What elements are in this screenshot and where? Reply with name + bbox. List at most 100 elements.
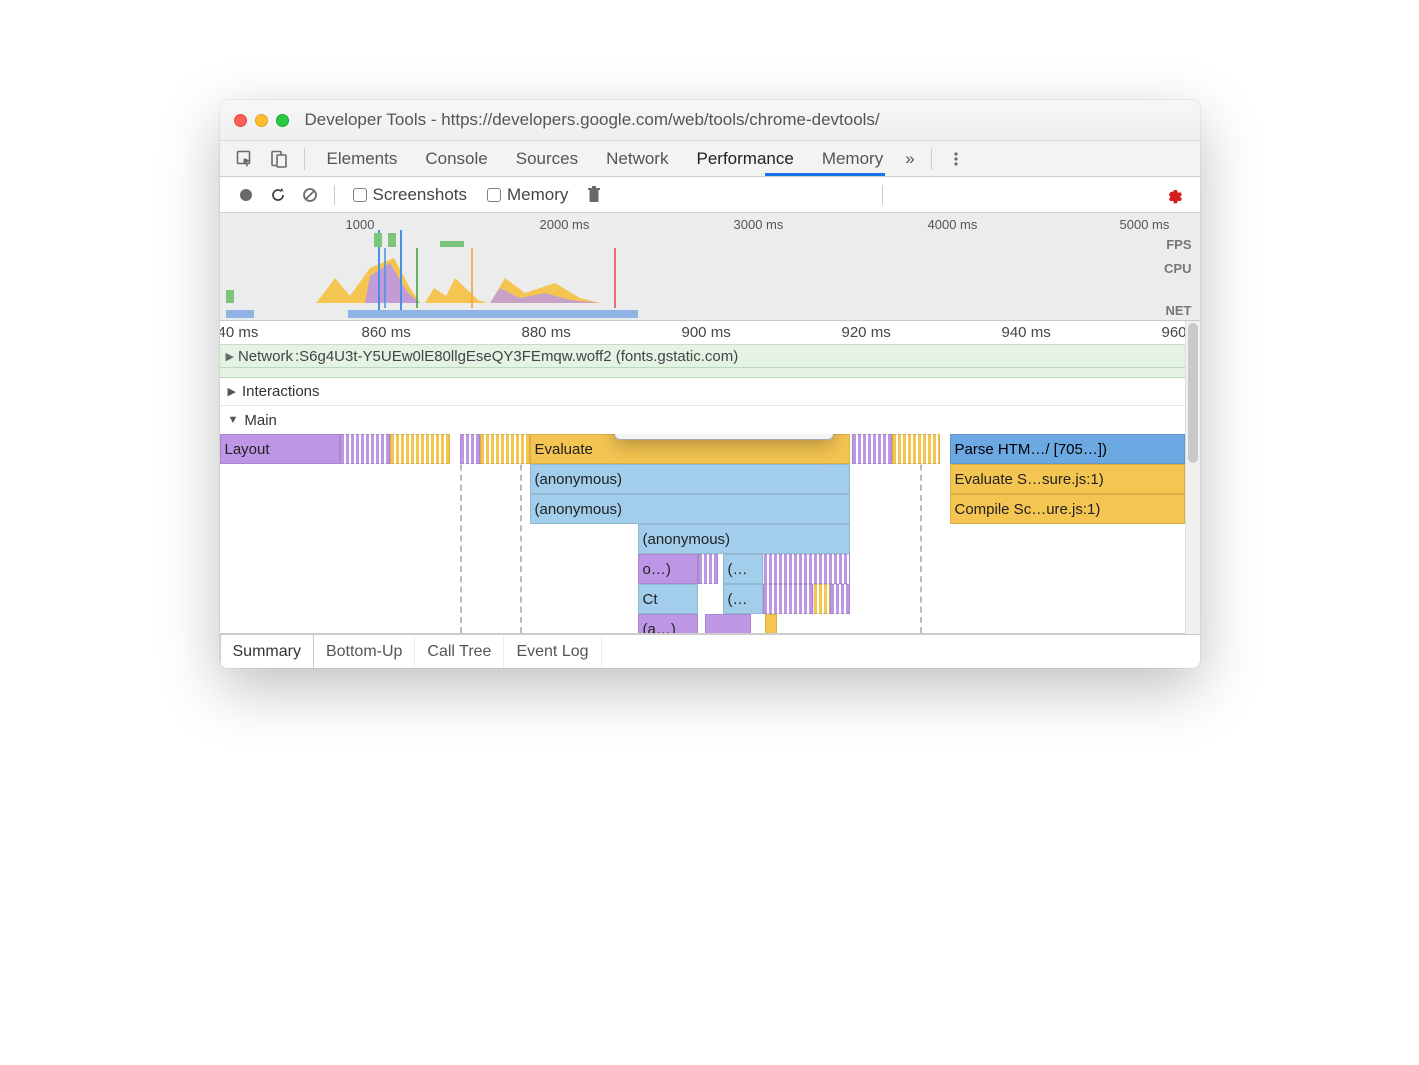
flame-slice[interactable] [480, 434, 530, 464]
screenshots-checkbox[interactable]: Screenshots [353, 185, 468, 205]
overview-tick: 5000 ms [1120, 217, 1170, 232]
flame-paren[interactable]: (… [723, 554, 763, 584]
active-tab-underline [765, 173, 885, 176]
ruler-tick: 920 ms [842, 324, 891, 341]
checkbox-icon [487, 188, 501, 202]
checkbox-icon [353, 188, 367, 202]
call-tree-tab[interactable]: Call Tree [415, 635, 504, 668]
ruler-tick: 860 ms [362, 324, 411, 341]
flame-slice[interactable] [813, 584, 830, 614]
zoom-icon[interactable] [276, 114, 289, 127]
record-icon[interactable] [238, 187, 254, 203]
devtools-tabs: Elements Console Sources Network Perform… [220, 141, 1200, 177]
detail-tabs: Summary Bottom-Up Call Tree Event Log [220, 634, 1200, 668]
flame-slice[interactable] [765, 614, 777, 634]
flame-layout[interactable]: Layout [220, 434, 340, 464]
tab-console[interactable]: Console [411, 141, 501, 177]
flame-slice[interactable] [340, 434, 390, 464]
overview-tick: 3000 ms [734, 217, 784, 232]
fps-bar [440, 241, 464, 247]
cpu-usage-graph [220, 248, 1200, 308]
flame-slice[interactable] [705, 614, 751, 634]
tabs-overflow[interactable]: » [897, 141, 922, 177]
network-row[interactable]: ▶ Network :S6g4U3t-Y5UEw0lE80llgEseQY3FE… [220, 345, 1200, 368]
separator [931, 148, 932, 170]
traffic-lights [234, 114, 289, 127]
summary-tab[interactable]: Summary [220, 634, 314, 668]
main-section[interactable]: ▼ Main [220, 406, 1200, 434]
flame-slice[interactable] [460, 434, 480, 464]
flame-ruler[interactable]: 40 ms 860 ms 880 ms 900 ms 920 ms 940 ms… [220, 321, 1200, 345]
context-menu: Save profile… Load profile… [614, 434, 834, 440]
fps-bar [374, 233, 382, 247]
fps-bar [388, 233, 396, 247]
menu-load-profile[interactable]: Load profile… [615, 434, 833, 439]
flame-ct[interactable]: Ct [638, 584, 698, 614]
chevron-down-icon: ▼ [228, 414, 239, 426]
inspect-icon[interactable] [236, 150, 254, 168]
separator [304, 148, 305, 170]
memory-checkbox[interactable]: Memory [487, 185, 568, 205]
minimize-icon[interactable] [255, 114, 268, 127]
flame-o[interactable]: o…) [638, 554, 698, 584]
vertical-scrollbar[interactable] [1185, 321, 1200, 634]
kebab-menu-icon[interactable] [948, 151, 964, 167]
tab-sources[interactable]: Sources [502, 141, 592, 177]
net-bar [348, 310, 638, 318]
tab-network[interactable]: Network [592, 141, 682, 177]
memory-label: Memory [507, 185, 568, 205]
flame-a[interactable]: (a…) [638, 614, 698, 634]
tab-elements[interactable]: Elements [313, 141, 412, 177]
ruler-tick: 960 [1162, 324, 1187, 341]
overview-tick: 1000 [346, 217, 375, 232]
flame-anonymous[interactable]: (anonymous) [530, 494, 850, 524]
reload-icon[interactable] [270, 187, 286, 203]
flame-evaluate-s[interactable]: Evaluate S…sure.js:1) [950, 464, 1185, 494]
flame-slice[interactable] [390, 434, 450, 464]
tab-memory[interactable]: Memory [808, 141, 897, 177]
main-label: Main [244, 412, 277, 429]
network-row-file: :S6g4U3t-Y5UEw0lE80llgEseQY3FEmqw.woff2 … [295, 348, 738, 365]
flame-slice[interactable] [830, 584, 850, 614]
flame-anonymous[interactable]: (anonymous) [638, 524, 850, 554]
ruler-tick: 940 ms [1002, 324, 1051, 341]
screenshots-label: Screenshots [373, 185, 468, 205]
flame-parse-html[interactable]: Parse HTM…/ [705…]) [950, 434, 1185, 464]
flame-sections: ▶ Interactions ▼ Main Layout Evaluate Pa… [220, 378, 1200, 634]
performance-toolbar: Screenshots Memory [220, 177, 1200, 213]
clear-icon[interactable] [302, 187, 318, 203]
close-icon[interactable] [234, 114, 247, 127]
separator [882, 185, 883, 205]
chevron-right-icon: ▶ [228, 385, 236, 398]
interactions-section[interactable]: ▶ Interactions [220, 378, 1200, 406]
interactions-label: Interactions [242, 383, 320, 400]
chevron-right-icon: ▶ [226, 350, 234, 363]
bottom-up-tab[interactable]: Bottom-Up [314, 635, 415, 668]
flame-slice[interactable] [892, 434, 940, 464]
ruler-tick: 880 ms [522, 324, 571, 341]
overview-tick: 2000 ms [540, 217, 590, 232]
window-title: Developer Tools - https://developers.goo… [305, 110, 880, 130]
scrollbar-thumb[interactable] [1188, 323, 1198, 463]
overview-tick: 4000 ms [928, 217, 978, 232]
frames-row[interactable] [220, 368, 1200, 378]
timeline-overview[interactable]: 1000 2000 ms 3000 ms 4000 ms 5000 ms FPS… [220, 213, 1200, 321]
ruler-tick: 40 ms [220, 324, 259, 341]
trash-icon[interactable] [586, 186, 602, 204]
settings-gear-icon[interactable] [1164, 186, 1182, 204]
network-row-label: Network [238, 348, 293, 365]
tab-performance[interactable]: Performance [682, 141, 807, 177]
flame-slice[interactable] [698, 554, 718, 584]
flame-slice[interactable] [763, 584, 813, 614]
flame-slice[interactable] [763, 554, 850, 584]
flame-paren[interactable]: (… [723, 584, 763, 614]
event-log-tab[interactable]: Event Log [504, 635, 601, 668]
flame-compile-s[interactable]: Compile Sc…ure.js:1) [950, 494, 1185, 524]
titlebar: Developer Tools - https://developers.goo… [220, 100, 1200, 141]
ruler-tick: 900 ms [682, 324, 731, 341]
flame-chart[interactable]: Layout Evaluate Parse HTM…/ [705…]) (ano… [220, 434, 1200, 634]
flame-slice[interactable] [852, 434, 892, 464]
devtools-window: Developer Tools - https://developers.goo… [220, 100, 1200, 668]
flame-anonymous[interactable]: (anonymous) [530, 464, 850, 494]
device-toggle-icon[interactable] [270, 150, 288, 168]
